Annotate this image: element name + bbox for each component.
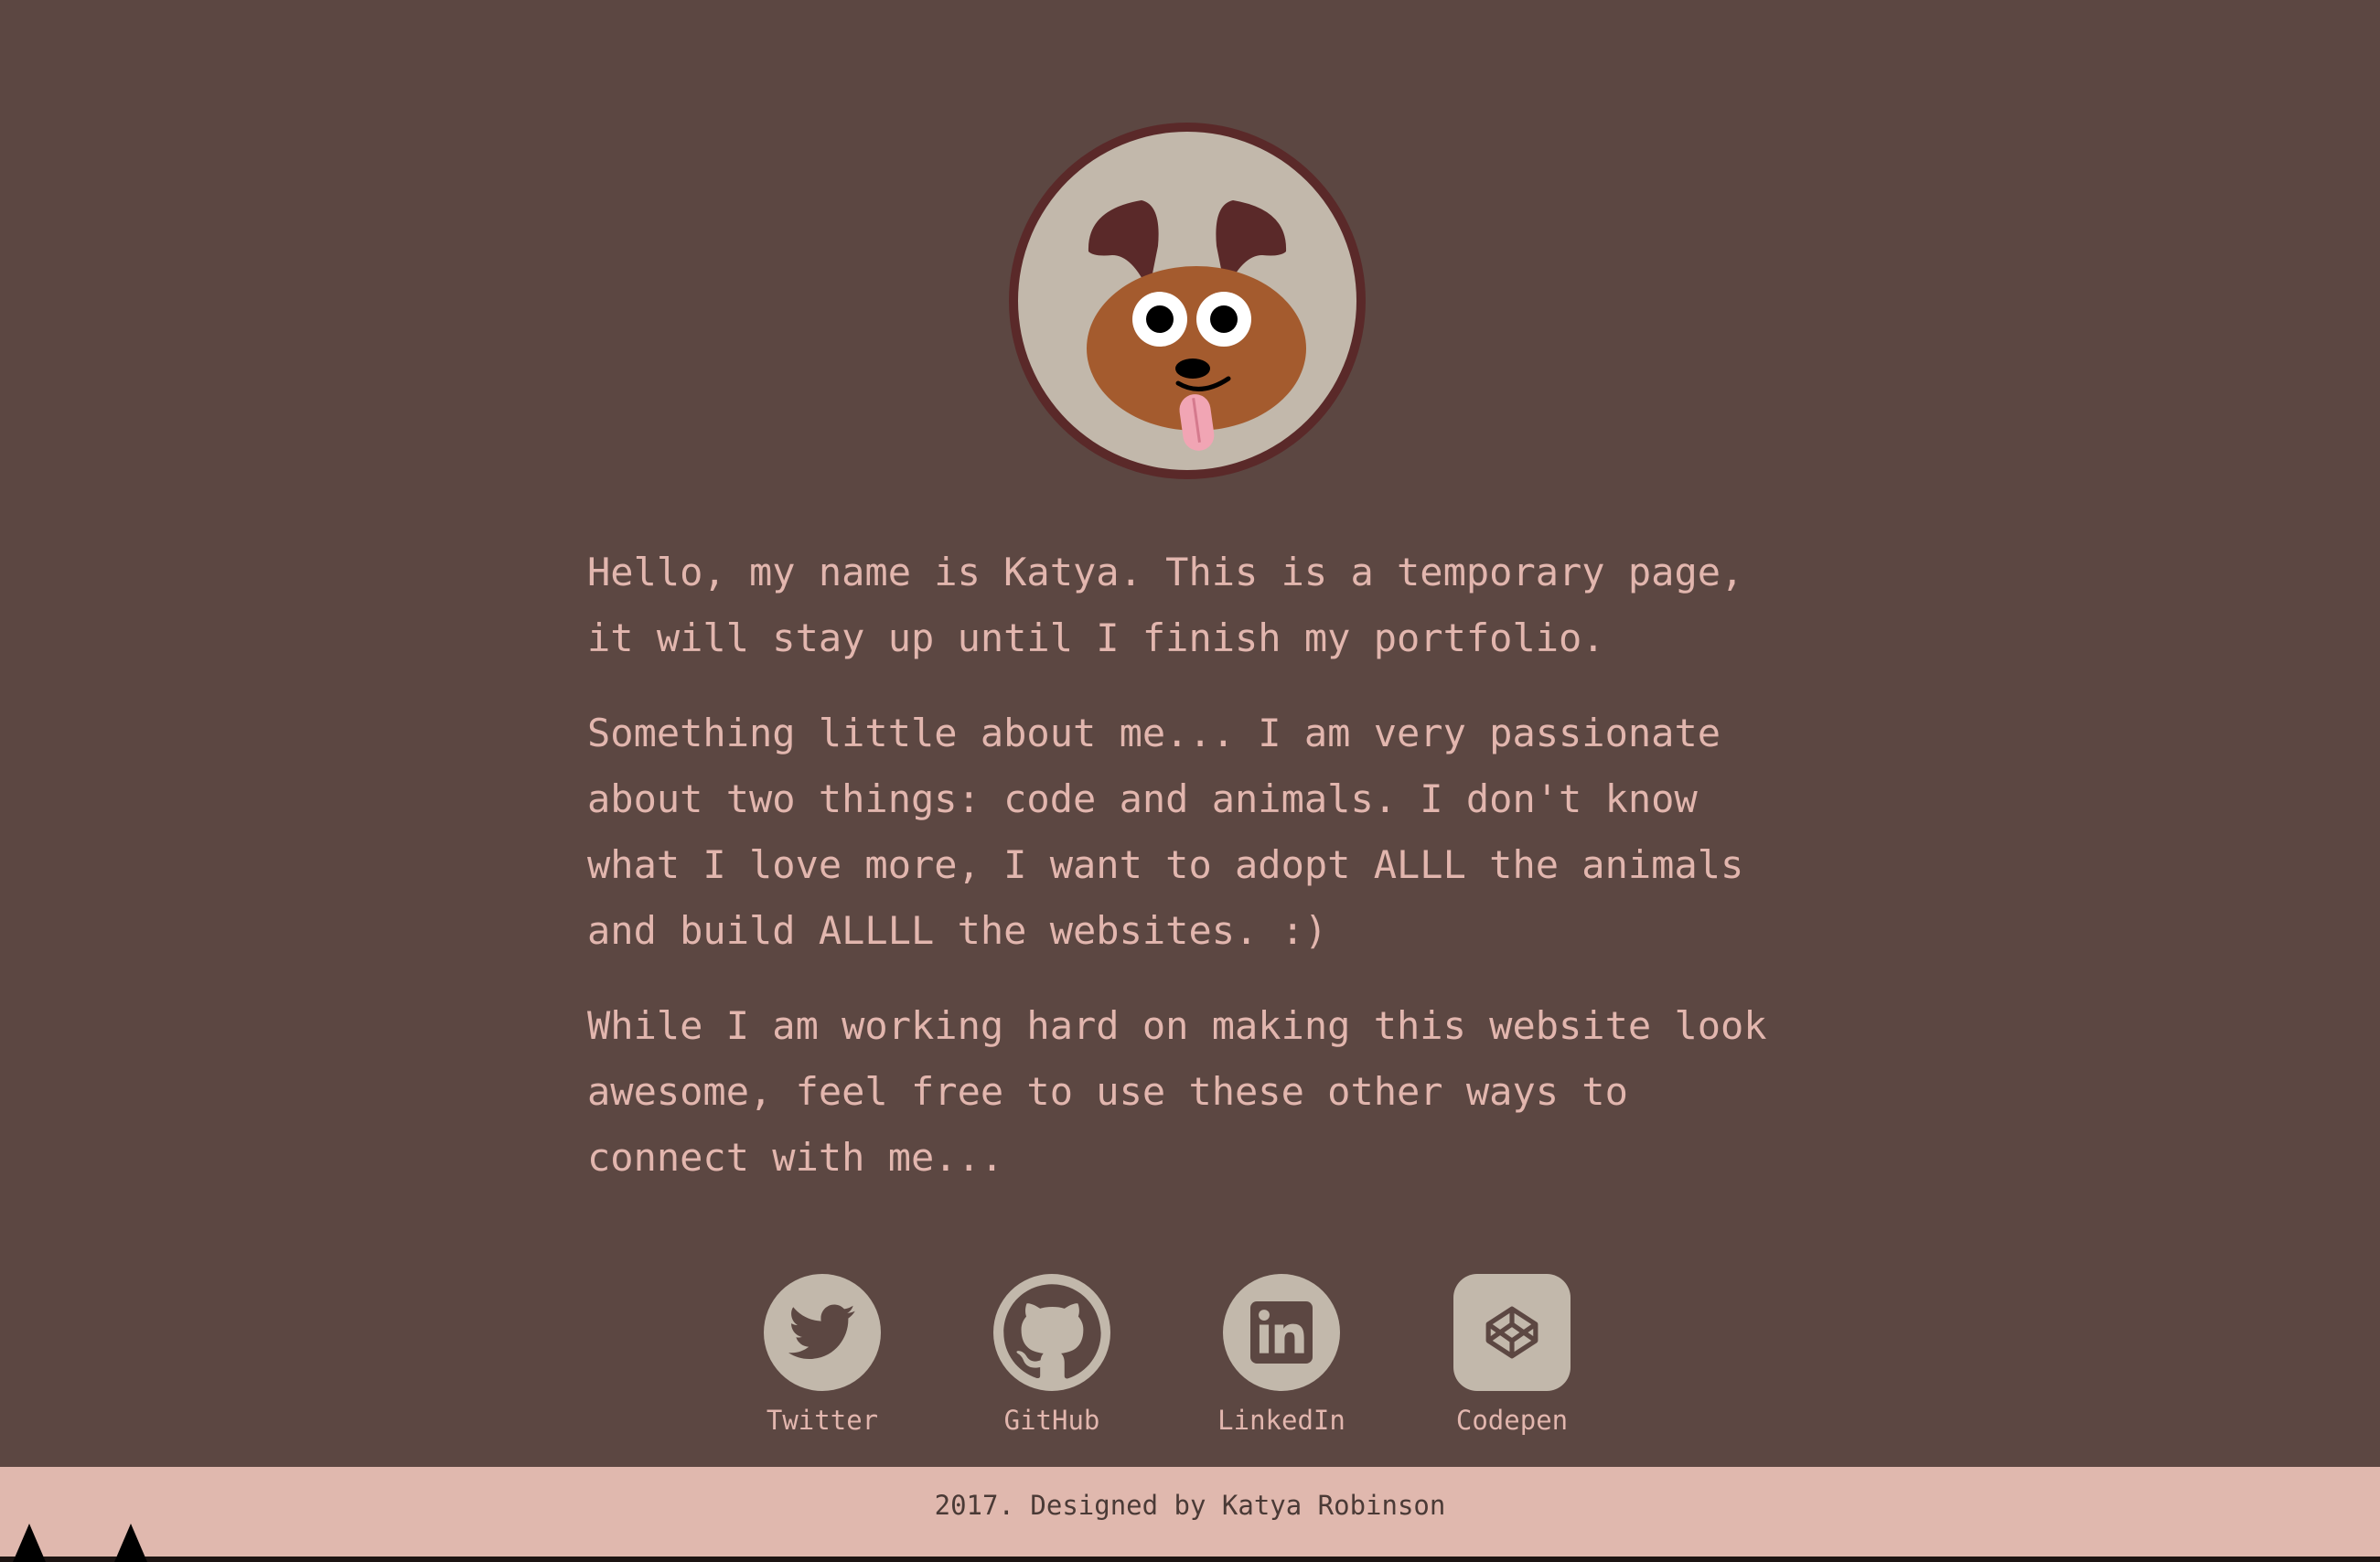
linkedin-link[interactable]: LinkedIn (1190, 1274, 1373, 1437)
twitter-label: Twitter (766, 1405, 879, 1436)
codepen-link[interactable]: Codepen (1420, 1274, 1603, 1437)
twitter-icon (764, 1274, 881, 1391)
social-links: Twitter GitHub LinkedIn Codepen (0, 1274, 2380, 1448)
github-link[interactable]: GitHub (960, 1274, 1143, 1437)
avatar (1004, 118, 1370, 484)
github-label: GitHub (1003, 1405, 1100, 1436)
about-paragraph: Something little about me... I am very p… (587, 711, 1744, 953)
triangle-decoration (13, 1524, 46, 1562)
intro-paragraph: Hello, my name is Katya. This is a tempo… (587, 550, 1744, 660)
connect-paragraph: While I am working hard on making this w… (587, 1003, 1767, 1180)
linkedin-icon (1223, 1274, 1340, 1391)
footer: 2017. Designed by Katya Robinson (0, 1467, 2380, 1562)
twitter-link[interactable]: Twitter (731, 1274, 914, 1437)
intro-text: Hello, my name is Katya. This is a tempo… (587, 540, 1776, 1220)
triangle-decoration (114, 1524, 147, 1562)
github-icon (993, 1274, 1110, 1391)
linkedin-label: LinkedIn (1217, 1405, 1345, 1436)
puppy-icon (1009, 123, 1366, 479)
footer-bottom-strip (0, 1557, 2380, 1562)
page: Hello, my name is Katya. This is a tempo… (0, 0, 2380, 1562)
codepen-label: Codepen (1455, 1405, 1569, 1436)
codepen-icon (1453, 1274, 1571, 1391)
footer-credit: 2017. Designed by Katya Robinson (934, 1490, 1446, 1521)
